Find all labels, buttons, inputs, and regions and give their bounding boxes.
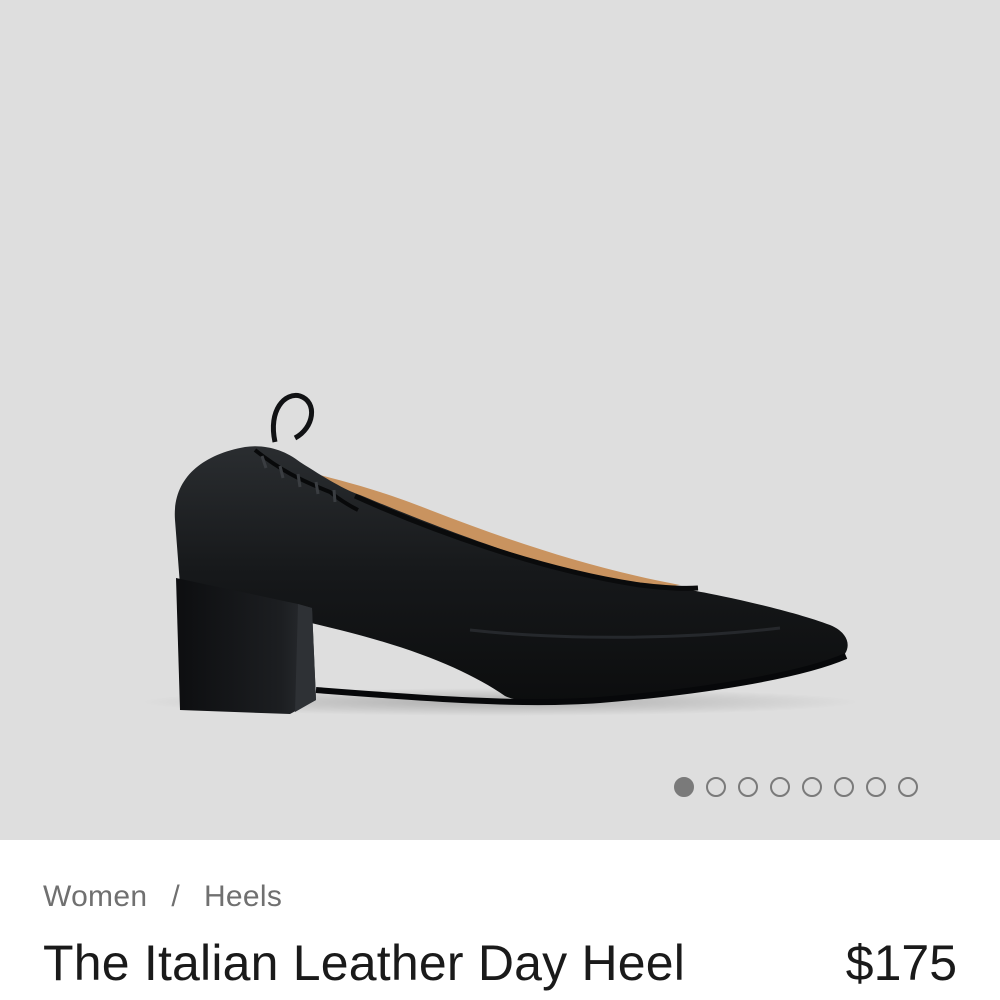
product-image	[140, 392, 860, 716]
product-title: The Italian Leather Day Heel	[43, 935, 686, 991]
carousel-dot-3[interactable]	[738, 777, 758, 797]
carousel-dot-1[interactable]	[674, 777, 694, 797]
breadcrumb-separator: /	[171, 880, 180, 913]
breadcrumb-heels[interactable]: Heels	[204, 880, 282, 914]
carousel-dot-4[interactable]	[770, 777, 790, 797]
product-price: $175	[845, 935, 957, 991]
breadcrumb: Women / Heels	[43, 880, 282, 914]
carousel-dot-5[interactable]	[802, 777, 822, 797]
image-carousel-indicator	[674, 777, 918, 797]
breadcrumb-women[interactable]: Women	[43, 880, 147, 914]
carousel-dot-2[interactable]	[706, 777, 726, 797]
carousel-dot-6[interactable]	[834, 777, 854, 797]
product-gallery[interactable]	[0, 0, 1000, 840]
carousel-dot-8[interactable]	[898, 777, 918, 797]
carousel-dot-7[interactable]	[866, 777, 886, 797]
